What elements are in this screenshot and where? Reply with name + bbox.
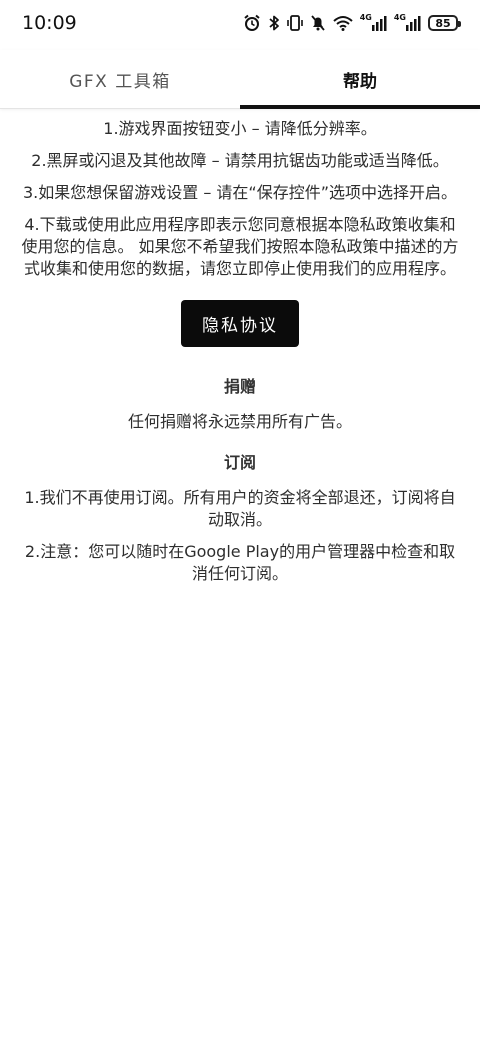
battery-level: 85 bbox=[428, 15, 461, 31]
help-item: 1.游戏界面按钮变小 – 请降低分辨率。 bbox=[103, 119, 377, 138]
status-time: 10:09 bbox=[22, 12, 77, 34]
donation-title: 捐赠 bbox=[223, 377, 256, 396]
donation-text: 任何捐赠将永远禁用所有广告。 bbox=[127, 412, 352, 431]
bluetooth-icon bbox=[268, 14, 280, 32]
subscription-item: 2.注意：您可以随时在Google Play的用户管理器中检查和取消任何订阅。 bbox=[24, 542, 456, 583]
help-item: 2.黑屏或闪退及其他故障 – 请禁用抗锯齿功能或适当降低。 bbox=[31, 151, 449, 170]
status-icons: 4G 4G 85 bbox=[243, 14, 461, 32]
help-item: 3.如果您想保留游戏设置 – 请在“保存控件”选项中选择开启。 bbox=[22, 183, 458, 202]
tab-help[interactable]: 帮助 bbox=[240, 50, 480, 108]
active-tab-indicator bbox=[240, 105, 480, 109]
help-item: 4.下载或使用此应用程序即表示您同意根据本隐私政策收集和使用您的信息。 如果您不… bbox=[21, 215, 459, 278]
alarm-icon bbox=[243, 14, 261, 32]
privacy-button-container: 隐私协议 bbox=[20, 300, 460, 347]
tab-gfx-toolbox[interactable]: GFX 工具箱 bbox=[0, 50, 240, 108]
signal-icon: 4G bbox=[360, 14, 387, 32]
subscription-title: 订阅 bbox=[223, 453, 256, 472]
privacy-policy-button[interactable]: 隐私协议 bbox=[181, 300, 299, 347]
help-content: 1.游戏界面按钮变小 – 请降低分辨率。 2.黑屏或闪退及其他故障 – 请禁用抗… bbox=[20, 118, 460, 595]
vibrate-icon bbox=[286, 14, 303, 32]
status-bar: 10:09 4G 4G 85 bbox=[0, 0, 480, 50]
signal-icon: 4G bbox=[394, 14, 421, 32]
wifi-icon bbox=[333, 14, 353, 32]
tab-bar: GFX 工具箱 帮助 bbox=[0, 50, 480, 109]
mute-icon bbox=[310, 14, 326, 32]
subscription-item: 1.我们不再使用订阅。所有用户的资金将全部退还，订阅将自动取消。 bbox=[24, 488, 456, 529]
battery-icon: 85 bbox=[428, 14, 461, 32]
